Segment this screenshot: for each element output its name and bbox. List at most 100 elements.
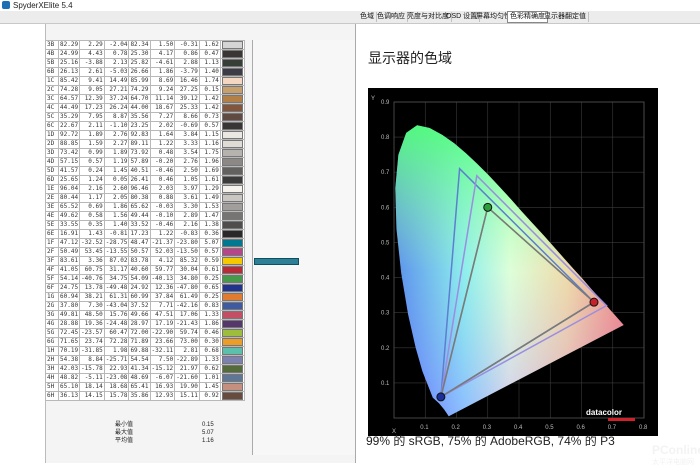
- table-row: 1C 85.42 9.41 14.49 85.99 8.69 16.46 1.74: [45, 76, 245, 86]
- table-cell-a: 36.13: [57, 391, 81, 401]
- color-swatch: [221, 311, 243, 319]
- table-cell-c: -2.04: [103, 40, 130, 50]
- table-cell-b: 1.43: [79, 229, 105, 239]
- y-tick-label: 0.2: [381, 346, 390, 352]
- table-cell-a: 73.42: [57, 148, 81, 158]
- table-cell-b: 23.74: [79, 337, 105, 347]
- table-cell-b: 38.21: [79, 292, 105, 302]
- table-row: 2E 80.44 1.17 2.05 80.38 0.88 3.61 1.49: [45, 193, 245, 203]
- table-cell-e: -0.03: [149, 202, 176, 212]
- watermark-sub: 太平洋电脑网: [652, 459, 694, 466]
- table-cell-de: 0.83: [198, 301, 221, 311]
- table-cell-e: 47.51: [149, 310, 176, 320]
- table-cell-b: 1.89: [79, 130, 105, 140]
- table-cell-b: 12.39: [79, 94, 105, 104]
- table-cell-e: -6.07: [149, 373, 176, 383]
- table-cell-a: 64.57: [57, 94, 81, 104]
- table-cell-a: 60.94: [57, 292, 81, 302]
- stat-label-avg: 平均值: [115, 438, 134, 444]
- color-swatch: [221, 239, 243, 247]
- table-cell-id: 5B: [45, 58, 59, 68]
- table-cell-swatch: [219, 382, 245, 392]
- datacolor-logo: datacolor: [586, 408, 622, 417]
- table-cell-id: 6H: [45, 391, 59, 401]
- table-cell-f: 2.88: [174, 58, 200, 68]
- table-row: 6E 16.91 1.43 -0.81 17.23 1.22 -0.83 0.36: [45, 229, 245, 239]
- table-cell-swatch: [219, 103, 245, 113]
- table-cell-de: 0.15: [198, 85, 221, 95]
- table-cell-a: 41.57: [57, 166, 81, 176]
- table-cell-id: 2D: [45, 139, 59, 149]
- table-cell-de: 1.74: [198, 76, 221, 86]
- color-swatch: [221, 194, 243, 202]
- table-row: 4D 57.15 0.57 1.19 57.89 -0.20 2.76 1.96: [45, 157, 245, 167]
- table-cell-b: 53.45: [79, 247, 105, 257]
- table-cell-c: 1.40: [103, 220, 130, 230]
- table-cell-de: 1.42: [198, 103, 221, 113]
- table-cell-a: 44.49: [57, 103, 81, 113]
- x-tick-label: 0.3: [483, 425, 492, 431]
- table-cell-swatch: [219, 94, 245, 104]
- color-swatch: [221, 86, 243, 94]
- table-cell-c: 2.76: [103, 130, 130, 140]
- table-cell-f: 61.49: [174, 292, 200, 302]
- table-cell-de: 1.49: [198, 193, 221, 203]
- table-cell-e: -0.10: [149, 211, 176, 221]
- table-cell-b: 9.41: [79, 76, 105, 86]
- table-cell-b: 2.16: [79, 184, 105, 194]
- table-cell-f: 39.12: [174, 94, 200, 104]
- table-cell-c: 1.89: [103, 148, 130, 158]
- table-row: 4B 24.99 4.43 0.78 25.30 4.17 0.86 0.47: [45, 49, 245, 59]
- color-swatch: [221, 392, 243, 400]
- table-cell-c: 1.98: [103, 346, 130, 356]
- table-cell-e: -0.46: [149, 220, 176, 230]
- table-cell-id: 5H: [45, 382, 59, 392]
- table-cell-e: 1.86: [149, 67, 176, 77]
- table-cell-a: 33.55: [57, 220, 81, 230]
- tab-calibration-values[interactable]: 显示器翻定值: [542, 12, 589, 22]
- table-cell-de: 0.30: [198, 337, 221, 347]
- table-cell-swatch: [219, 319, 245, 329]
- window-title: SpyderXElite 5.4: [13, 1, 73, 10]
- table-cell-b: 1.17: [79, 193, 105, 203]
- table-cell-de: 1.01: [198, 373, 221, 383]
- table-cell-a: 49.81: [57, 310, 81, 320]
- table-cell-e: 18.67: [149, 103, 176, 113]
- table-cell-a: 80.44: [57, 193, 81, 203]
- table-cell-e: 52.03: [149, 247, 176, 257]
- table-row: 2G 37.80 7.30 -43.04 37.52 7.71 -42.16 0.83: [45, 301, 245, 311]
- table-cell-b: 0.69: [79, 202, 105, 212]
- table-row: 1E 96.04 2.16 2.60 96.46 2.03 3.97 1.29: [45, 184, 245, 194]
- table-cell-f: 15.11: [174, 391, 200, 401]
- table-cell-a: 65.10: [57, 382, 81, 392]
- table-cell-c: 18.68: [103, 382, 130, 392]
- table-row: 5B 25.16 -3.88 2.13 25.82 -4.61 2.88 1.13: [45, 58, 245, 68]
- color-swatch: [221, 302, 243, 310]
- table-cell-e: -32.11: [149, 346, 176, 356]
- table-cell-d: 41.34: [128, 364, 151, 374]
- table-row: 6B 26.13 2.61 -5.03 26.66 1.86 -3.79 1.40: [45, 67, 245, 77]
- table-cell-de: 0.73: [198, 112, 221, 122]
- tab-tone-response[interactable]: 色调响应: [375, 12, 408, 22]
- table-cell-b: 14.15: [79, 391, 105, 401]
- table-cell-de: 1.75: [198, 148, 221, 158]
- table-cell-c: -28.75: [103, 238, 130, 248]
- table-row: 3G 49.81 48.50 15.76 49.66 47.51 17.06 1.33: [45, 310, 245, 320]
- table-cell-f: -22.89: [174, 355, 200, 365]
- table-row: 6G 71.65 23.74 72.28 71.89 23.66 73.00 0.30: [45, 337, 245, 347]
- table-cell-a: 35.29: [57, 112, 81, 122]
- table-cell-swatch: [219, 202, 245, 212]
- table-cell-b: 2.11: [79, 121, 105, 131]
- color-swatch: [221, 149, 243, 157]
- table-cell-swatch: [219, 301, 245, 311]
- color-swatch: [221, 68, 243, 76]
- table-cell-swatch: [219, 247, 245, 257]
- table-cell-f: 59.74: [174, 328, 200, 338]
- y-tick-label: 0.8: [381, 135, 390, 141]
- table-cell-c: 15.78: [103, 391, 130, 401]
- table-cell-id: 2C: [45, 85, 59, 95]
- color-swatch: [221, 50, 243, 58]
- table-cell-d: 35.86: [128, 391, 151, 401]
- table-cell-f: 0.86: [174, 49, 200, 59]
- table-cell-de: 1.47: [198, 211, 221, 221]
